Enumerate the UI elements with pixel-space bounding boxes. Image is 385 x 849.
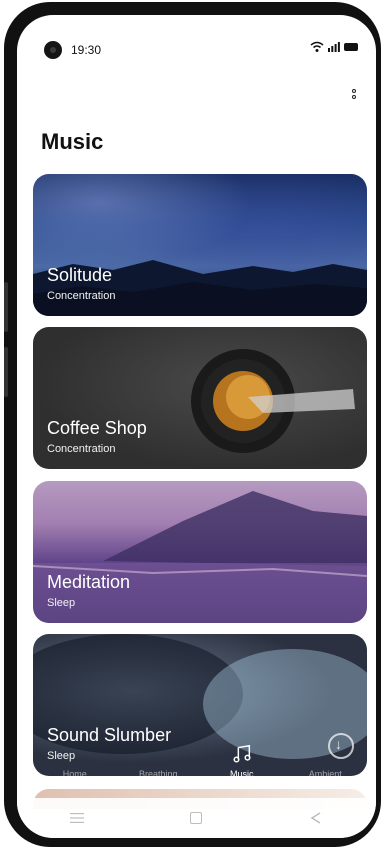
music-note-icon bbox=[233, 744, 251, 763]
home-icon bbox=[64, 745, 86, 767]
card-title: Solitude bbox=[47, 265, 113, 285]
tab-label: Music bbox=[229, 769, 254, 779]
phone-frame: 19:30 Music Solitude Concentration Coffe… bbox=[4, 2, 381, 847]
lake-mountain-image bbox=[33, 491, 367, 623]
menu-icon[interactable] bbox=[57, 808, 97, 828]
card-subtitle: Concentration bbox=[47, 290, 116, 302]
card-title: Meditation bbox=[47, 572, 131, 592]
tab-home[interactable]: Home bbox=[35, 745, 115, 779]
card-subtitle: Concentration bbox=[47, 443, 116, 455]
card-meditation[interactable]: Meditation Sleep bbox=[33, 481, 367, 623]
back-triangle-icon[interactable] bbox=[296, 808, 336, 828]
more-vertical-icon[interactable] bbox=[346, 87, 362, 107]
wifi-icon bbox=[310, 41, 324, 52]
tab-label: Breathing bbox=[138, 769, 178, 779]
card-coffee-shop[interactable]: Coffee Shop Concentration bbox=[33, 327, 367, 469]
status-icons bbox=[310, 41, 358, 53]
screen: 19:30 Music Solitude Concentration Coffe… bbox=[17, 15, 376, 838]
tab-label: Home bbox=[62, 769, 87, 779]
breathing-icon bbox=[147, 745, 169, 767]
battery-icon bbox=[344, 43, 358, 51]
status-time: 19:30 bbox=[71, 43, 102, 57]
page-title: Music bbox=[41, 129, 104, 154]
tab-label: Ambient bbox=[308, 769, 342, 779]
card-title: Coffee Shop bbox=[47, 418, 147, 438]
tab-music[interactable]: Music bbox=[202, 743, 282, 779]
volume-button bbox=[4, 282, 8, 332]
status-bar: 19:30 bbox=[17, 15, 376, 65]
power-button bbox=[4, 347, 8, 397]
bottom-tab-bar: Home Breathing Music Ambient bbox=[33, 721, 367, 779]
download-icon[interactable] bbox=[328, 733, 354, 759]
home-square-icon[interactable] bbox=[176, 808, 216, 828]
camera-icon bbox=[44, 41, 62, 59]
tab-breathing[interactable]: Breathing bbox=[118, 745, 198, 779]
system-nav-bar bbox=[17, 798, 376, 838]
card-subtitle: Sleep bbox=[47, 597, 76, 609]
card-solitude[interactable]: Solitude Concentration bbox=[33, 174, 367, 316]
signal-icon bbox=[328, 42, 340, 52]
